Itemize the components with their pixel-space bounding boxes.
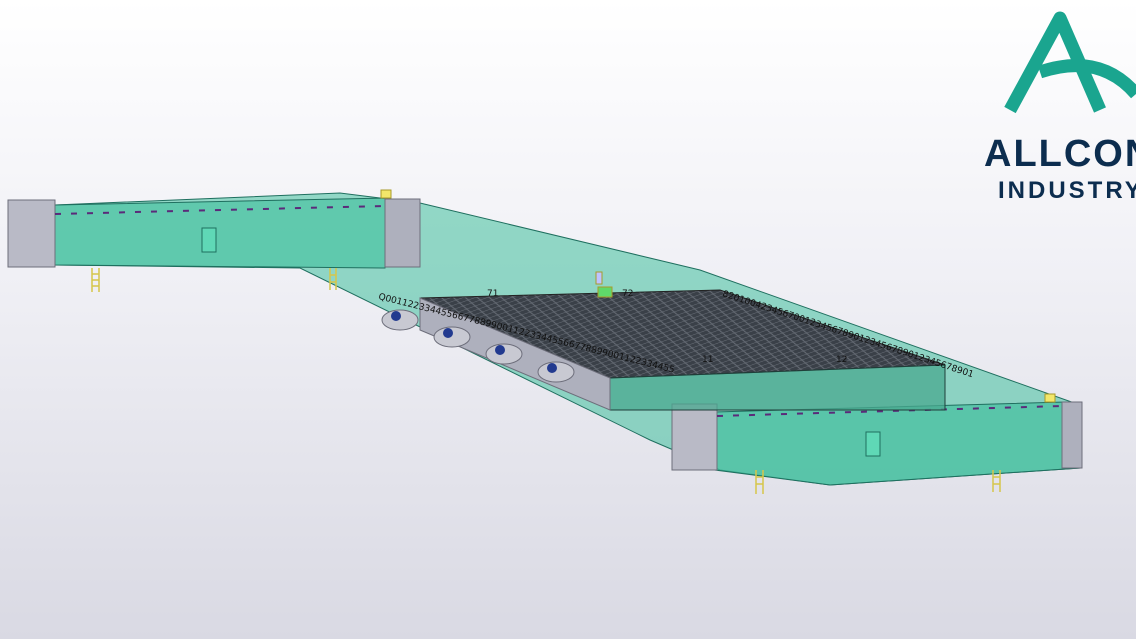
allcon-logo-mark-icon: [1004, 11, 1136, 114]
label-71: 71: [487, 289, 498, 299]
left-pontoon-block: [7, 197, 421, 269]
logo-sub: INDUSTRY: [998, 177, 1136, 204]
label-11: 11: [702, 355, 713, 365]
right-pontoon-block: [671, 401, 1083, 486]
model-viewport[interactable]: 71 72 11 12 8201004234567001234567890123…: [0, 0, 1136, 639]
logo-name: ALLCON: [984, 133, 1136, 175]
label-72: 72: [622, 289, 633, 299]
label-12: 12: [836, 355, 847, 365]
